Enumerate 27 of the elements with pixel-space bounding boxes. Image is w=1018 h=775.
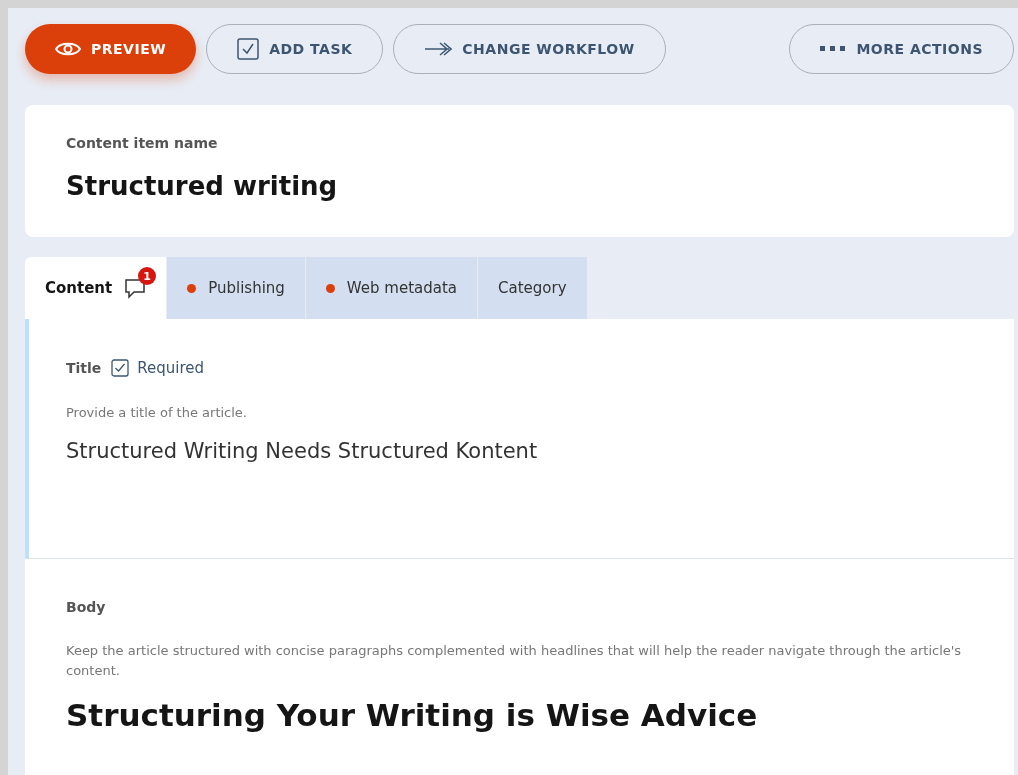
text-value[interactable]: Structured Writing Needs Structured Kontent [66, 439, 974, 463]
heading-text[interactable]: Structuring Your Writing is Wise Advice [66, 697, 974, 733]
toolbar-button[interactable]: ADD TASK [206, 24, 384, 74]
more-icon [820, 46, 847, 52]
guideline-text: Provide a title of the article. [66, 404, 248, 422]
tab[interactable]: Web metadata [305, 257, 479, 319]
tab-label: Content [45, 279, 113, 297]
comment-count-badge: 1 [138, 267, 157, 285]
checkbox-icon [237, 38, 260, 60]
item-name[interactable]: Structured writing [66, 171, 973, 201]
toolbar-button[interactable]: CHANGE WORKFLOW [393, 24, 666, 74]
tab[interactable]: Publishing [167, 257, 306, 319]
required-checkbox[interactable]: Required [111, 359, 205, 377]
preview-button[interactable]: PREVIEW [25, 24, 197, 74]
tab-label: Category [498, 279, 567, 297]
field-label: Title [66, 360, 102, 376]
guideline-text: Keep the article structured with concise paragraphs complemented with headlines that will help the reader navigate through the article's content. [66, 642, 963, 680]
eye-icon [55, 41, 81, 57]
tab-label: Web metadata [346, 279, 458, 297]
more-actions-button[interactable]: MORE ACTIONS [789, 24, 1014, 74]
tab[interactable]: Content 1 [25, 257, 168, 319]
checkbox-icon [111, 359, 130, 377]
arrow-icon [424, 42, 453, 56]
tab-label: Publishing [208, 279, 285, 297]
field-label: Content item name [66, 135, 219, 151]
tab[interactable]: Category [478, 257, 588, 319]
field-label: Body [66, 599, 106, 615]
